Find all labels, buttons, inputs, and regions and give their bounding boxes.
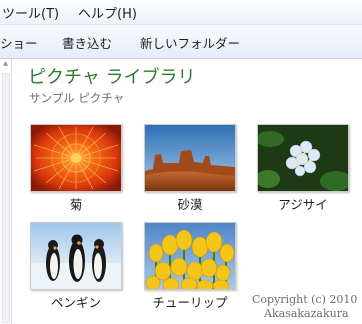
picture-caption: 菊 (69, 197, 83, 212)
picture-caption: ペンギン (50, 295, 101, 310)
command-toolbar: ショー 書き込む 新しいフォルダー (0, 25, 362, 59)
library-subtitle: サンプル ピクチャ (29, 91, 125, 105)
library-title: ピクチャ ライブラリ (28, 67, 196, 88)
picture-tile-hydrangea[interactable]: アジサイ (257, 124, 353, 214)
desert-thumbnail (144, 124, 236, 192)
menu-tools[interactable]: ツール(T) (2, 3, 59, 22)
hydrangea-thumbnail (257, 124, 349, 192)
picture-caption: 砂漠 (177, 197, 203, 212)
chrysanthemum-thumbnail (30, 124, 122, 192)
navigation-pane: ▲ (0, 59, 12, 324)
menu-help[interactable]: ヘルプ(H) (78, 3, 137, 22)
menu-bar: ツール(T) ヘルプ(H) (0, 0, 362, 25)
copyright-line: Copyright (c) 2010 (252, 293, 358, 306)
new-folder-button[interactable]: 新しいフォルダー (140, 33, 240, 52)
scroll-up-arrow-icon[interactable]: ▲ (2, 59, 9, 69)
picture-tile-penguins[interactable]: ペンギン (30, 222, 126, 312)
slideshow-button[interactable]: ショー (0, 33, 38, 52)
picture-caption: チューリップ (152, 295, 228, 310)
copyright-watermark: Copyright (c) 2010 Akasakazakura (252, 293, 362, 321)
picture-caption: アジサイ (278, 197, 328, 212)
picture-tile-tulips[interactable]: チューリップ (144, 222, 240, 312)
copyright-author: Akasakazakura (264, 307, 349, 320)
penguins-thumbnail (30, 222, 122, 290)
picture-tile-chrysanthemum[interactable]: 菊 (30, 124, 126, 214)
burn-button[interactable]: 書き込む (62, 33, 112, 52)
tulips-thumbnail (144, 222, 236, 290)
picture-tile-desert[interactable]: 砂漠 (144, 124, 240, 214)
navigation-scrollbar[interactable] (2, 73, 10, 323)
